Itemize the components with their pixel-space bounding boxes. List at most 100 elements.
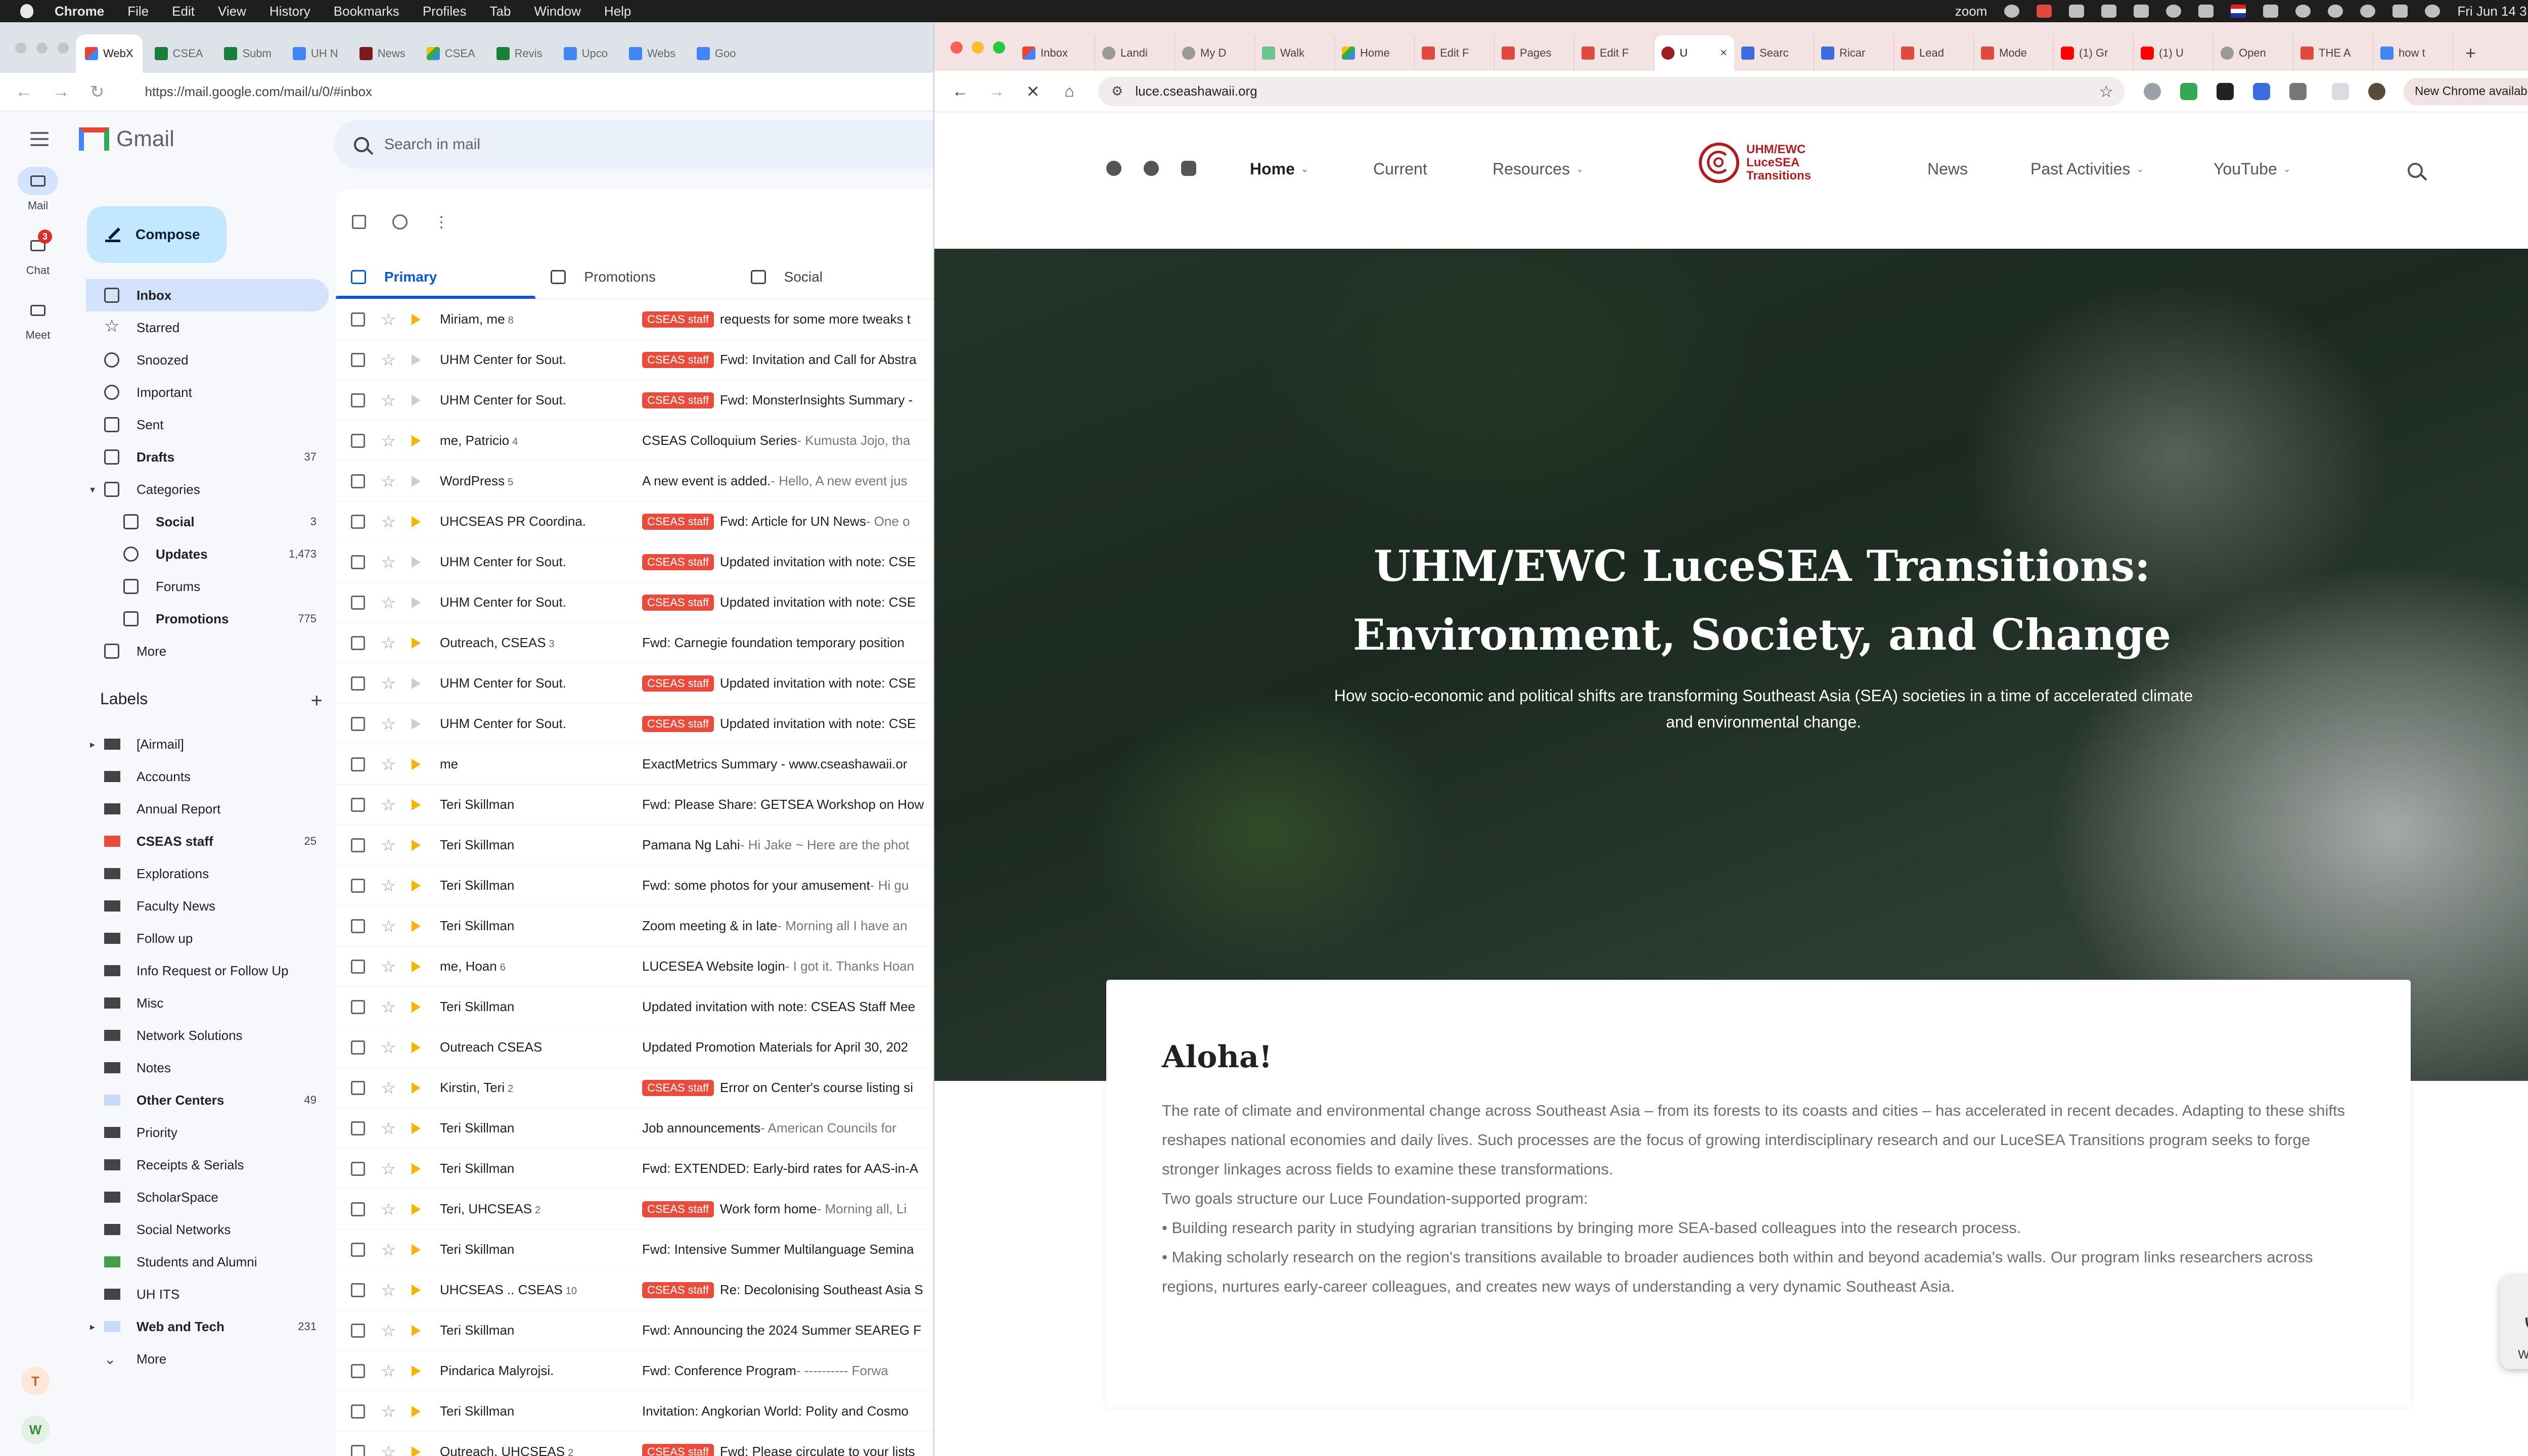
- row-checkbox[interactable]: [351, 999, 365, 1014]
- star-icon[interactable]: ☆: [381, 633, 399, 653]
- compose-button[interactable]: Compose: [87, 206, 227, 263]
- back-arrow-icon[interactable]: ←: [947, 82, 973, 101]
- email-row[interactable]: ☆ Teri Skillman Pamana Ng Lahi - Hi Jake ~…: [336, 825, 935, 866]
- row-checkbox[interactable]: [351, 1202, 365, 1216]
- instagram-icon[interactable]: [1181, 161, 1196, 176]
- browser-tab[interactable]: THE A: [2293, 35, 2373, 71]
- browser-tab[interactable]: Ricar: [1814, 35, 1894, 71]
- search-input[interactable]: Search in mail: [334, 120, 935, 169]
- importance-marker-icon[interactable]: [412, 394, 421, 406]
- star-icon[interactable]: ☆: [381, 755, 399, 774]
- importance-marker-icon[interactable]: [412, 839, 421, 851]
- expand-caret-icon[interactable]: ▸: [90, 1321, 95, 1333]
- plus-tray-icon[interactable]: [2134, 5, 2149, 18]
- email-row[interactable]: ☆ Teri, UHCSEAS 2 CSEAS staff Work form home…: [336, 1189, 935, 1230]
- row-checkbox[interactable]: [351, 312, 365, 327]
- twitter-icon[interactable]: [1144, 161, 1159, 176]
- active-tab[interactable]: U ×: [1654, 35, 1734, 71]
- stop-loading-icon[interactable]: ✕: [1020, 82, 1046, 101]
- display-icon[interactable]: [2101, 5, 2117, 18]
- left-tab[interactable]: WebX: [76, 34, 143, 73]
- rail-chat[interactable]: 3 Chat: [0, 230, 76, 296]
- nav-important[interactable]: Important: [86, 376, 329, 408]
- email-row[interactable]: ☆ UHM Center for Sout. CSEAS staff Updated …: [336, 663, 935, 704]
- facebook-icon[interactable]: [1106, 161, 1121, 176]
- row-checkbox[interactable]: [351, 514, 365, 529]
- browser-tab[interactable]: Landi: [1095, 35, 1175, 71]
- email-label-chip[interactable]: CSEAS staff: [642, 392, 714, 408]
- browser-tab[interactable]: Pages: [1495, 35, 1574, 71]
- new-chrome-available-button[interactable]: New Chrome available ⋮: [2404, 77, 2528, 105]
- row-checkbox[interactable]: [351, 878, 365, 893]
- avatar-w[interactable]: W: [21, 1416, 50, 1444]
- browser-tab[interactable]: how t: [2373, 35, 2453, 71]
- importance-marker-icon[interactable]: [412, 758, 421, 770]
- importance-marker-icon[interactable]: [412, 1163, 421, 1174]
- main-menu-icon[interactable]: [30, 132, 49, 146]
- email-row[interactable]: ☆ UHM Center for Sout. CSEAS staff Fwd: Inv…: [336, 340, 935, 380]
- site-info-icon[interactable]: ⚙: [1111, 83, 1123, 99]
- new-tab-button[interactable]: +: [2453, 35, 2488, 71]
- left-tab[interactable]: CSEA: [418, 34, 484, 73]
- label-item[interactable]: Misc: [86, 987, 329, 1019]
- home-icon[interactable]: ⌂: [1057, 82, 1082, 101]
- row-checkbox[interactable]: [351, 1404, 365, 1419]
- zoom-window-icon[interactable]: [993, 41, 1005, 54]
- row-checkbox[interactable]: [351, 1283, 365, 1297]
- back-arrow-icon[interactable]: ←: [15, 82, 32, 102]
- browser-tab[interactable]: My D: [1175, 35, 1255, 71]
- star-icon[interactable]: ☆: [381, 1361, 399, 1381]
- email-label-chip[interactable]: CSEAS staff: [642, 1443, 714, 1456]
- nav-social[interactable]: Social 3: [86, 506, 329, 538]
- importance-marker-icon[interactable]: [412, 677, 421, 689]
- nav-starred[interactable]: Starred: [86, 311, 329, 344]
- star-icon[interactable]: ☆: [381, 1321, 399, 1340]
- siri-icon[interactable]: [2425, 5, 2441, 18]
- row-checkbox[interactable]: [351, 797, 365, 812]
- label-item[interactable]: Social Networks: [86, 1213, 329, 1246]
- rail-meet[interactable]: Meet: [0, 296, 76, 361]
- left-tab[interactable]: Webs: [620, 34, 685, 73]
- clock-icon[interactable]: [2328, 5, 2343, 18]
- importance-marker-icon[interactable]: [412, 961, 421, 972]
- menu-history[interactable]: History: [269, 4, 310, 19]
- browser-tab[interactable]: Searc: [1734, 35, 1814, 71]
- star-icon[interactable]: ☆: [381, 917, 399, 936]
- star-icon[interactable]: ☆: [381, 997, 399, 1017]
- label-item[interactable]: CSEAS staff 25: [86, 825, 329, 857]
- importance-marker-icon[interactable]: [412, 1041, 421, 1053]
- star-icon[interactable]: ☆: [381, 1442, 399, 1456]
- avatar-t[interactable]: T: [21, 1367, 50, 1395]
- left-tab[interactable]: Revis: [487, 34, 552, 73]
- row-checkbox[interactable]: [351, 352, 365, 367]
- label-item[interactable]: Faculty News: [86, 890, 329, 922]
- star-icon[interactable]: ☆: [381, 1078, 399, 1098]
- star-icon[interactable]: ☆: [381, 593, 399, 612]
- row-checkbox[interactable]: [351, 635, 365, 650]
- email-label-chip[interactable]: CSEAS staff: [642, 1282, 714, 1298]
- importance-marker-icon[interactable]: [412, 1365, 421, 1377]
- left-tab[interactable]: CSEA: [146, 34, 212, 73]
- nav-resources[interactable]: Resources ⌄: [1493, 160, 1584, 178]
- menu-bookmarks[interactable]: Bookmarks: [334, 4, 399, 19]
- menu-app-name[interactable]: Chrome: [55, 4, 104, 19]
- email-label-chip[interactable]: CSEAS staff: [642, 554, 714, 570]
- gmail-logo[interactable]: Gmail: [79, 126, 174, 152]
- reload-icon[interactable]: ↻: [90, 82, 105, 102]
- apple-menu-icon[interactable]: [19, 4, 34, 18]
- screen-icon[interactable]: [2069, 5, 2085, 18]
- email-row[interactable]: ☆ Teri Skillman Zoom meeting & in late - M…: [336, 906, 935, 946]
- row-checkbox[interactable]: [351, 676, 365, 691]
- close-tab-icon[interactable]: ×: [1720, 46, 1727, 60]
- nav-promotions[interactable]: Promotions 775: [86, 603, 329, 635]
- importance-marker-icon[interactable]: [412, 880, 421, 891]
- importance-marker-icon[interactable]: [412, 556, 421, 568]
- wifi-icon[interactable]: [2263, 5, 2279, 18]
- email-row[interactable]: ☆ UHCSEAS .. CSEAS 10 CSEAS staff Re: Decolo…: [336, 1270, 935, 1310]
- extension-history-icon[interactable]: [2144, 82, 2161, 100]
- email-label-chip[interactable]: CSEAS staff: [642, 594, 714, 611]
- email-row[interactable]: ☆ Teri Skillman Fwd: Intensive Summer Mult…: [336, 1230, 935, 1270]
- star-icon[interactable]: ☆: [381, 876, 399, 895]
- row-checkbox[interactable]: [351, 1363, 365, 1378]
- star-icon[interactable]: ☆: [381, 1281, 399, 1300]
